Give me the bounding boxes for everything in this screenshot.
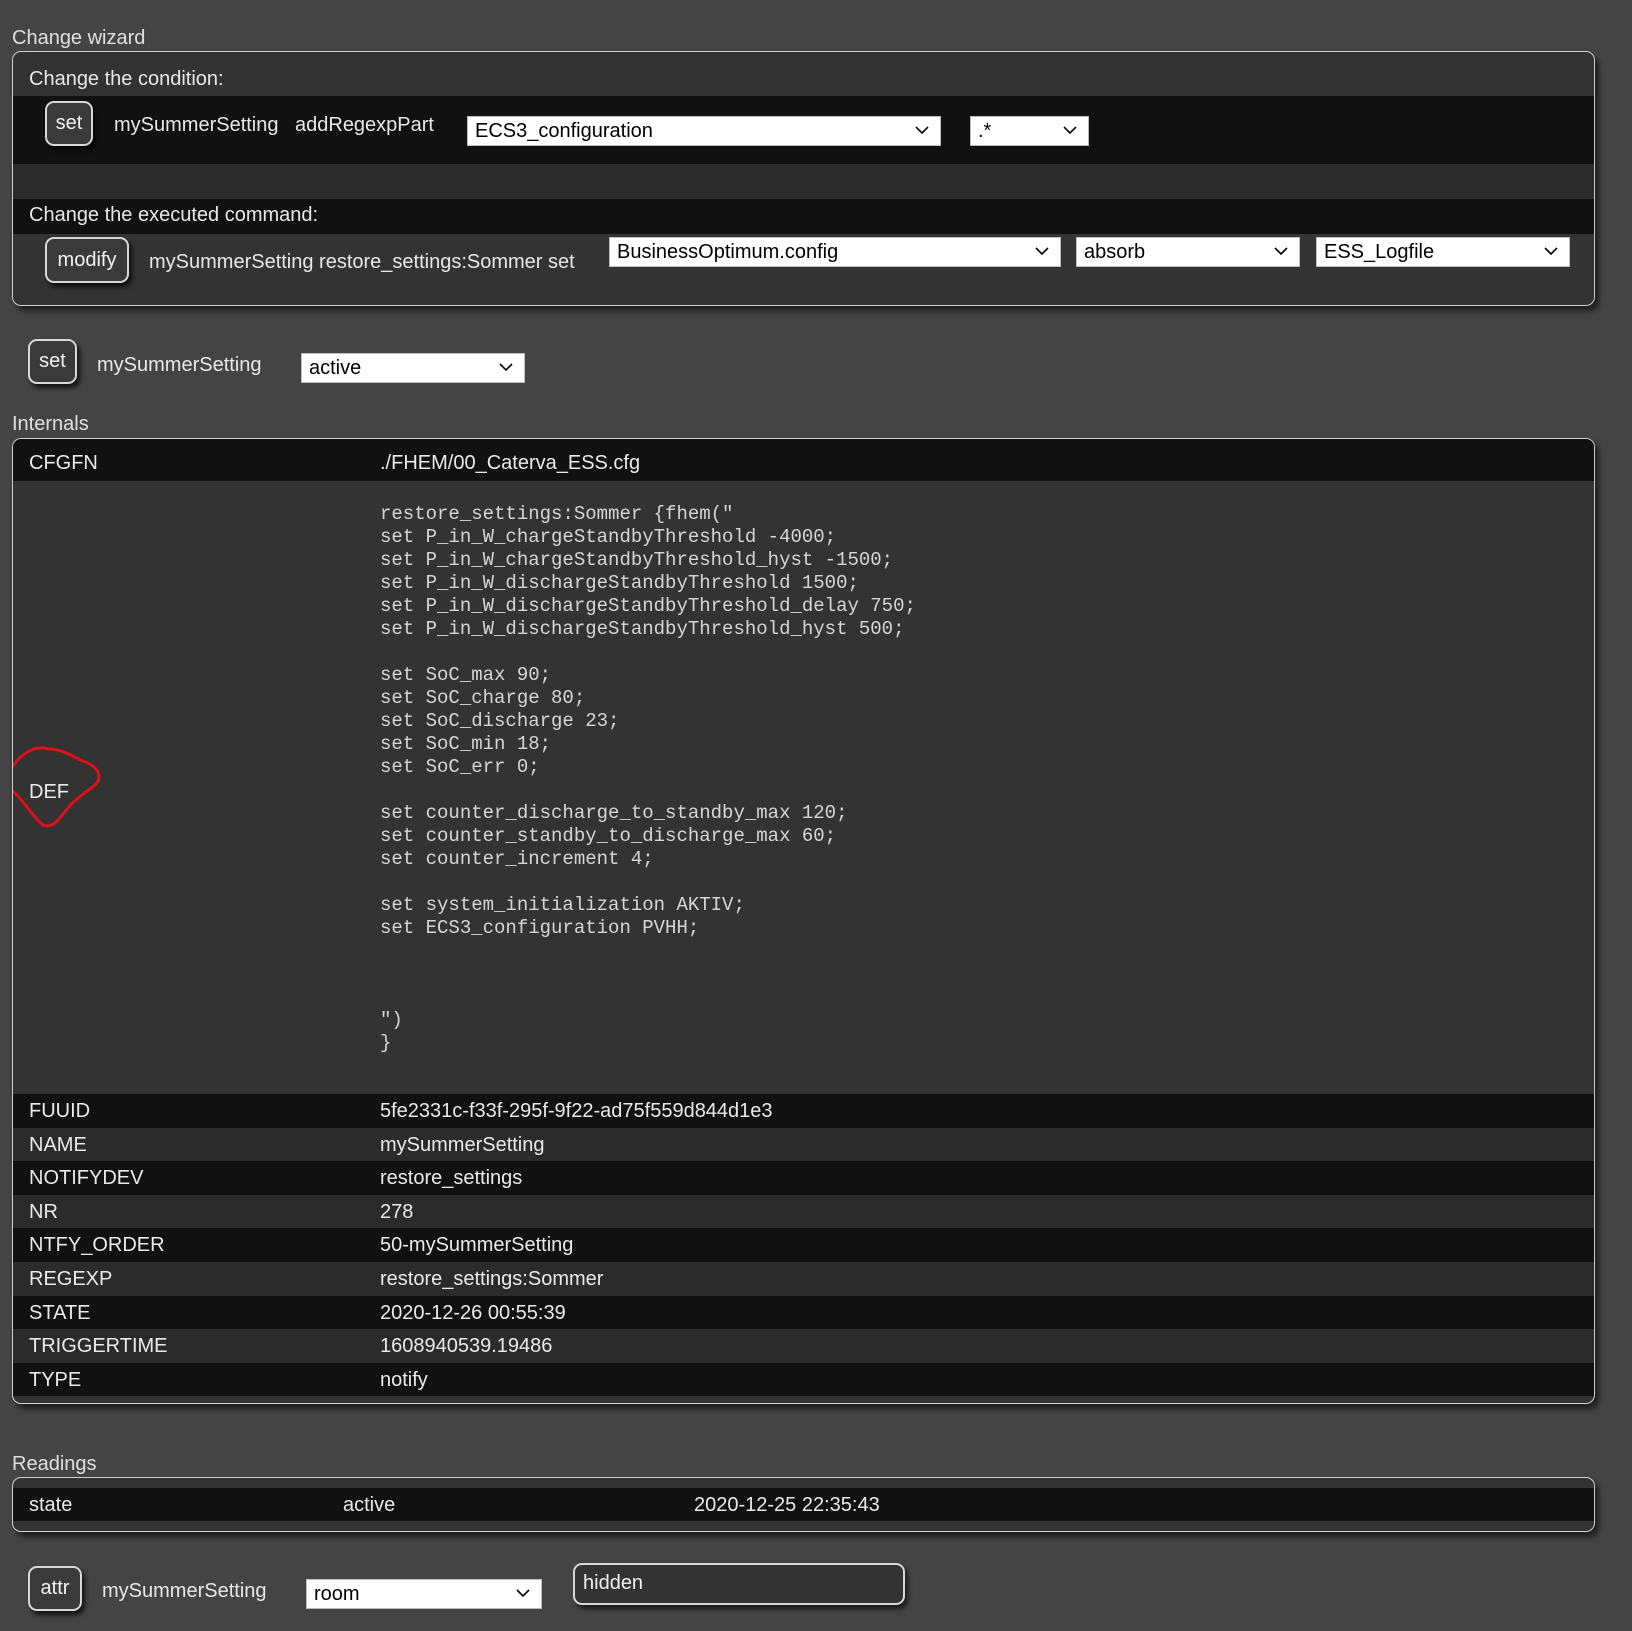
- internal-key: CFGFN: [29, 452, 98, 474]
- readings-panel: state active 2020-12-25 22:35:43: [12, 1477, 1595, 1532]
- internal-key: NAME: [29, 1133, 87, 1156]
- attr-value-input[interactable]: hidden: [573, 1563, 905, 1605]
- attr-name-select[interactable]: room: [306, 1579, 542, 1609]
- internals-title: Internals: [12, 413, 89, 435]
- condition-set-button[interactable]: set: [45, 101, 93, 146]
- internal-value: notify: [380, 1368, 428, 1391]
- reading-row: state active 2020-12-25 22:35:43: [13, 1488, 1594, 1521]
- internal-key: NOTIFYDEV: [29, 1167, 144, 1190]
- command-mode-select[interactable]: absorb: [1076, 237, 1300, 267]
- annotation-circle-icon: [13, 746, 101, 828]
- chevron-down-icon: [915, 126, 929, 135]
- internal-value: restore_settings: [380, 1167, 523, 1190]
- command-config-select[interactable]: BusinessOptimum.config: [609, 237, 1061, 267]
- command-label-row: Change the executed command:: [13, 199, 1594, 234]
- command-label: Change the executed command:: [29, 204, 319, 226]
- internal-row-notifydev: NOTIFYDEV restore_settings: [13, 1161, 1594, 1195]
- internal-value: 278: [380, 1200, 414, 1223]
- attr-device-name: mySummerSetting: [102, 1580, 267, 1602]
- command-text: mySummerSetting restore_settings:Sommer …: [149, 251, 575, 273]
- internal-value: ./FHEM/00_Caterva_ESS.cfg: [380, 452, 641, 474]
- command-logfile-value: ESS_Logfile: [1324, 241, 1435, 263]
- internal-row-cfgfn: CFGFN ./FHEM/00_Caterva_ESS.cfg: [13, 439, 1594, 481]
- reading-value: active: [343, 1494, 396, 1516]
- internal-key: TRIGGERTIME: [29, 1335, 168, 1358]
- internal-value: 1608940539.19486: [380, 1335, 553, 1358]
- internal-row-triggertime: TRIGGERTIME 1608940539.19486: [13, 1329, 1594, 1363]
- def-code: restore_settings:Sommer {fhem(" set P_in…: [380, 503, 916, 1054]
- set-state-button[interactable]: set: [28, 339, 77, 384]
- change-wizard-title: Change wizard: [12, 27, 146, 49]
- command-logfile-select[interactable]: ESS_Logfile: [1316, 237, 1570, 267]
- chevron-down-icon: [1274, 247, 1288, 256]
- chevron-down-icon: [1063, 126, 1077, 135]
- internal-row-state: STATE 2020-12-26 00:55:39: [13, 1295, 1594, 1330]
- chevron-down-icon: [499, 363, 513, 372]
- readings-title: Readings: [12, 1453, 97, 1475]
- internal-row-regexp: REGEXP restore_settings:Sommer: [13, 1262, 1594, 1296]
- chevron-down-icon: [1035, 247, 1049, 256]
- set-value: active: [309, 357, 362, 379]
- spacer-row: [13, 164, 1594, 199]
- reading-name: state: [29, 1494, 73, 1516]
- set-value-select[interactable]: active: [301, 353, 525, 383]
- internal-key: REGEXP: [29, 1268, 113, 1290]
- internal-row-fuuid: FUUID 5fe2331c-f33f-295f-9f22-ad75f559d84…: [13, 1094, 1594, 1128]
- internal-key: NTFY_ORDER: [29, 1234, 165, 1257]
- condition-reading-select[interactable]: ECS3_configuration: [467, 116, 941, 146]
- attr-button[interactable]: attr: [28, 1566, 82, 1611]
- change-wizard-panel: Change the condition: set mySummerSettin…: [12, 51, 1595, 306]
- internal-value: 2020-12-26 00:55:39: [380, 1301, 566, 1324]
- condition-regexp-select[interactable]: .*: [970, 116, 1089, 146]
- internal-value: 5fe2331c-f33f-295f-9f22-ad75f559d844d1e3: [380, 1100, 773, 1122]
- chevron-down-icon: [1544, 247, 1558, 256]
- internal-key: NR: [29, 1200, 58, 1223]
- condition-regexp-value: .*: [978, 120, 992, 142]
- chevron-down-icon: [516, 1589, 530, 1598]
- internal-key: STATE: [29, 1301, 91, 1324]
- internal-row-type: TYPE notify: [13, 1362, 1594, 1397]
- condition-device: mySummerSetting: [114, 114, 279, 136]
- modify-button[interactable]: modify: [45, 237, 129, 283]
- internal-value: mySummerSetting: [380, 1133, 545, 1156]
- internal-row-nr: NR 278: [13, 1194, 1594, 1229]
- internal-key: TYPE: [29, 1368, 82, 1391]
- internal-value: restore_settings:Sommer: [380, 1268, 604, 1290]
- attr-name-value: room: [314, 1583, 360, 1605]
- set-device-name: mySummerSetting: [97, 354, 262, 376]
- command-config-value: BusinessOptimum.config: [617, 241, 839, 263]
- condition-command: addRegexpPart: [295, 114, 434, 136]
- command-mode-value: absorb: [1084, 241, 1146, 263]
- condition-reading-value: ECS3_configuration: [475, 120, 653, 142]
- internal-row-name: NAME mySummerSetting: [13, 1127, 1594, 1162]
- reading-timestamp: 2020-12-25 22:35:43: [694, 1494, 880, 1516]
- internal-row-def: DEF restore_settings:Sommer {fhem(" set …: [13, 481, 1594, 1094]
- internal-row-ntfy_order: NTFY_ORDER 50-mySummerSetting: [13, 1228, 1594, 1262]
- internal-key: FUUID: [29, 1100, 91, 1122]
- internal-value: 50-mySummerSetting: [380, 1234, 574, 1257]
- internals-panel: CFGFN ./FHEM/00_Caterva_ESS.cfg DEF rest…: [12, 438, 1595, 1404]
- condition-row: set mySummerSetting addRegexpPart ECS3_c…: [13, 96, 1594, 164]
- condition-label: Change the condition:: [29, 68, 224, 90]
